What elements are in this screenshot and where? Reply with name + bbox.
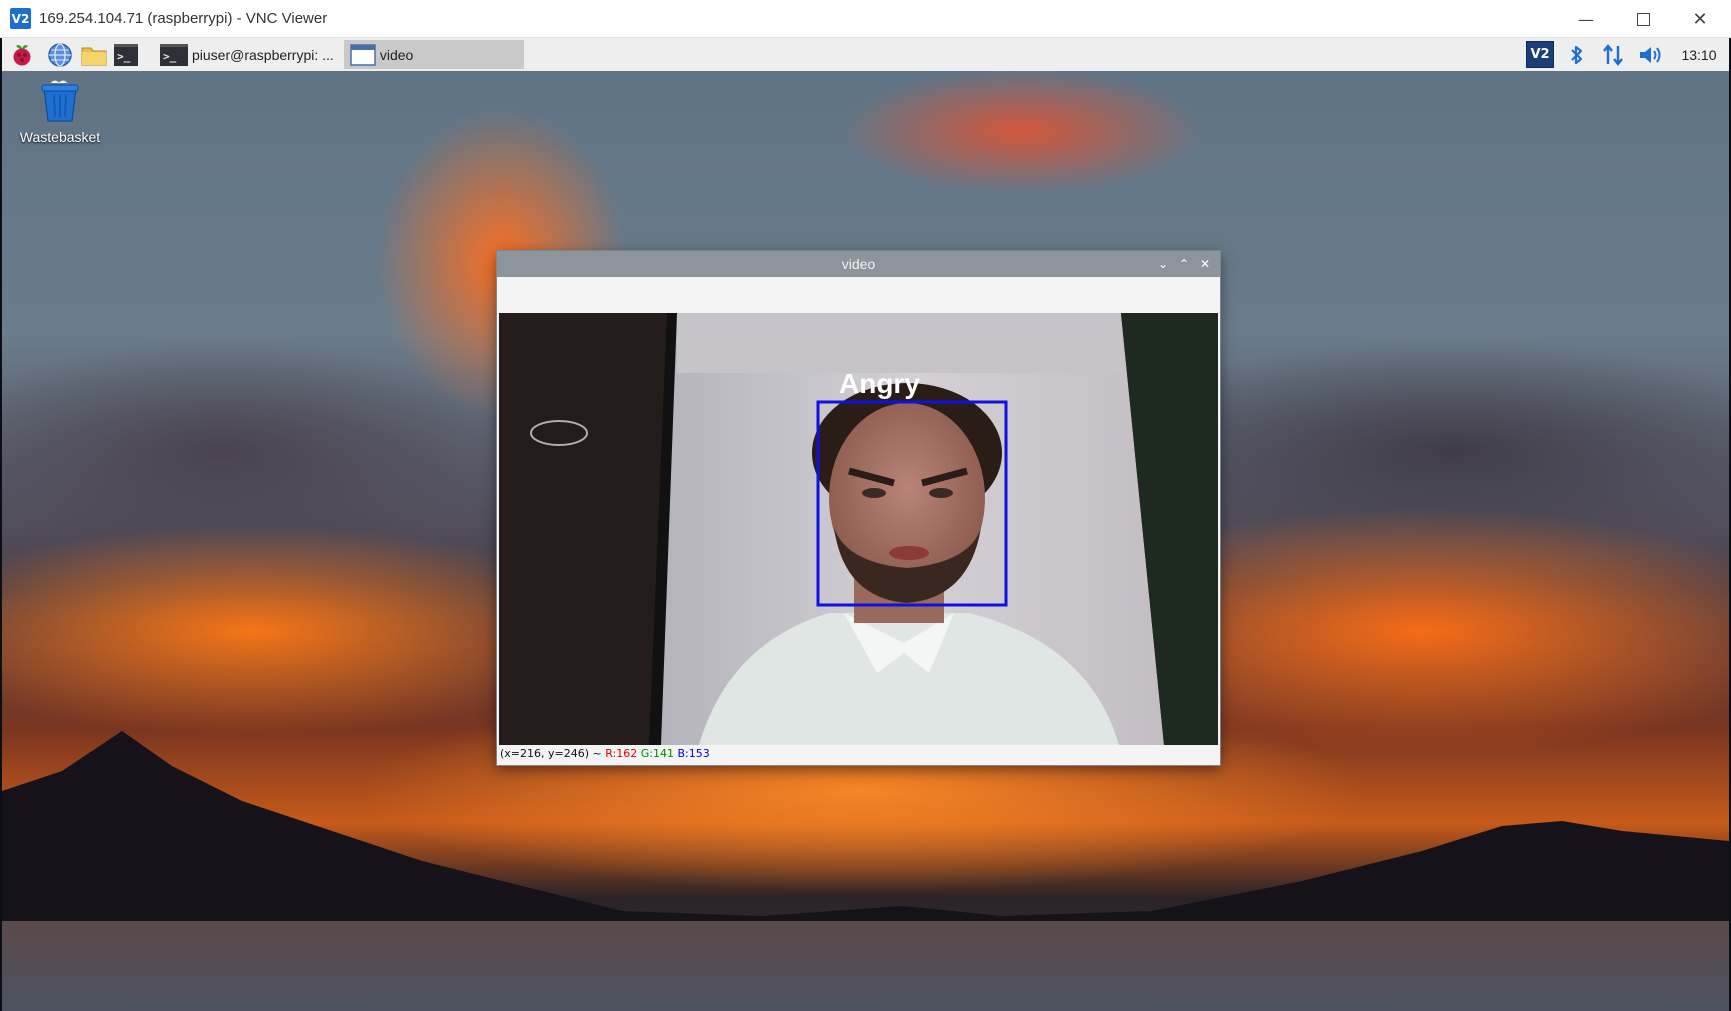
desktop-icon-wastebasket[interactable]: Wastebasket [10, 79, 110, 145]
network-button[interactable] [1598, 38, 1628, 71]
bluetooth-icon [1571, 45, 1583, 64]
file-manager-icon [81, 47, 107, 65]
video-minimize-button[interactable]: ⌄ [1153, 251, 1173, 277]
volume-button[interactable] [1636, 38, 1666, 71]
raspberry-menu-button[interactable] [8, 41, 36, 69]
network-icon [1603, 43, 1623, 66]
terminal-icon: >_ [114, 43, 138, 66]
clock-text: 13:10 [1681, 46, 1717, 63]
vnc-server-tray-button[interactable]: V2 [1524, 38, 1556, 71]
trash-icon [41, 80, 79, 122]
desktop-icon-label: Wastebasket [19, 129, 101, 145]
video-maximize-button[interactable]: ⌃ [1174, 251, 1194, 277]
camera-image: Angry [499, 313, 1218, 745]
minimize-icon: — [1578, 9, 1594, 29]
clock[interactable]: 13:10 [1676, 38, 1722, 71]
taskbar: >_ >_ piuser@raspberrypi: ... video V2 1… [2, 38, 1729, 75]
minimize-button[interactable]: — [1558, 0, 1614, 38]
terminal-launcher-button[interactable]: >_ [114, 41, 142, 69]
video-window-title: video [841, 256, 876, 272]
red-value: R:162 [605, 747, 638, 760]
emotion-label: Angry [839, 368, 920, 399]
chevron-down-icon: ⌄ [1157, 257, 1169, 271]
window-title: 169.254.104.71 (raspberrypi) - VNC Viewe… [39, 10, 328, 27]
raspberry-menu-icon [13, 44, 31, 65]
close-icon: ✕ [1692, 8, 1708, 30]
cursor-coords: (x=216, y=246) ~ [500, 747, 602, 760]
video-window: video ⌄ ⌃ ✕ Angry (x=216, y=246) ~ R:162… [497, 251, 1220, 765]
maximize-button[interactable] [1615, 0, 1671, 38]
web-browser-icon [48, 42, 72, 67]
maximize-icon [1636, 12, 1650, 26]
pixel-status-bar: (x=216, y=246) ~ R:162 G:141 B:153 [500, 747, 710, 763]
video-window-titlebar[interactable]: video ⌄ ⌃ ✕ [497, 251, 1220, 277]
window-icon [350, 43, 376, 66]
green-value: G:141 [640, 747, 674, 760]
close-button[interactable]: ✕ [1672, 0, 1728, 38]
video-toolbar [497, 277, 1220, 313]
task-video[interactable]: video [343, 40, 524, 69]
vnc-viewer-logo-icon: V2 [10, 8, 31, 29]
task-label: video [379, 46, 414, 63]
chevron-up-icon: ⌃ [1178, 257, 1190, 271]
task-terminal[interactable]: >_ piuser@raspberrypi: ... [154, 40, 340, 69]
terminal-icon: >_ [160, 43, 188, 66]
file-manager-button[interactable] [80, 41, 108, 69]
blue-value: B:153 [677, 747, 710, 760]
vnc-titlebar: V2 169.254.104.71 (raspberrypi) - VNC Vi… [0, 0, 1731, 38]
vnc-server-icon: V2 [1526, 41, 1554, 68]
bluetooth-button[interactable] [1564, 38, 1590, 71]
video-frame[interactable]: Angry [499, 313, 1218, 745]
task-label: piuser@raspberrypi: ... [192, 46, 334, 63]
volume-icon [1640, 46, 1661, 63]
video-close-button[interactable]: ✕ [1195, 251, 1215, 277]
web-browser-button[interactable] [46, 41, 74, 69]
close-icon: ✕ [1199, 257, 1211, 271]
